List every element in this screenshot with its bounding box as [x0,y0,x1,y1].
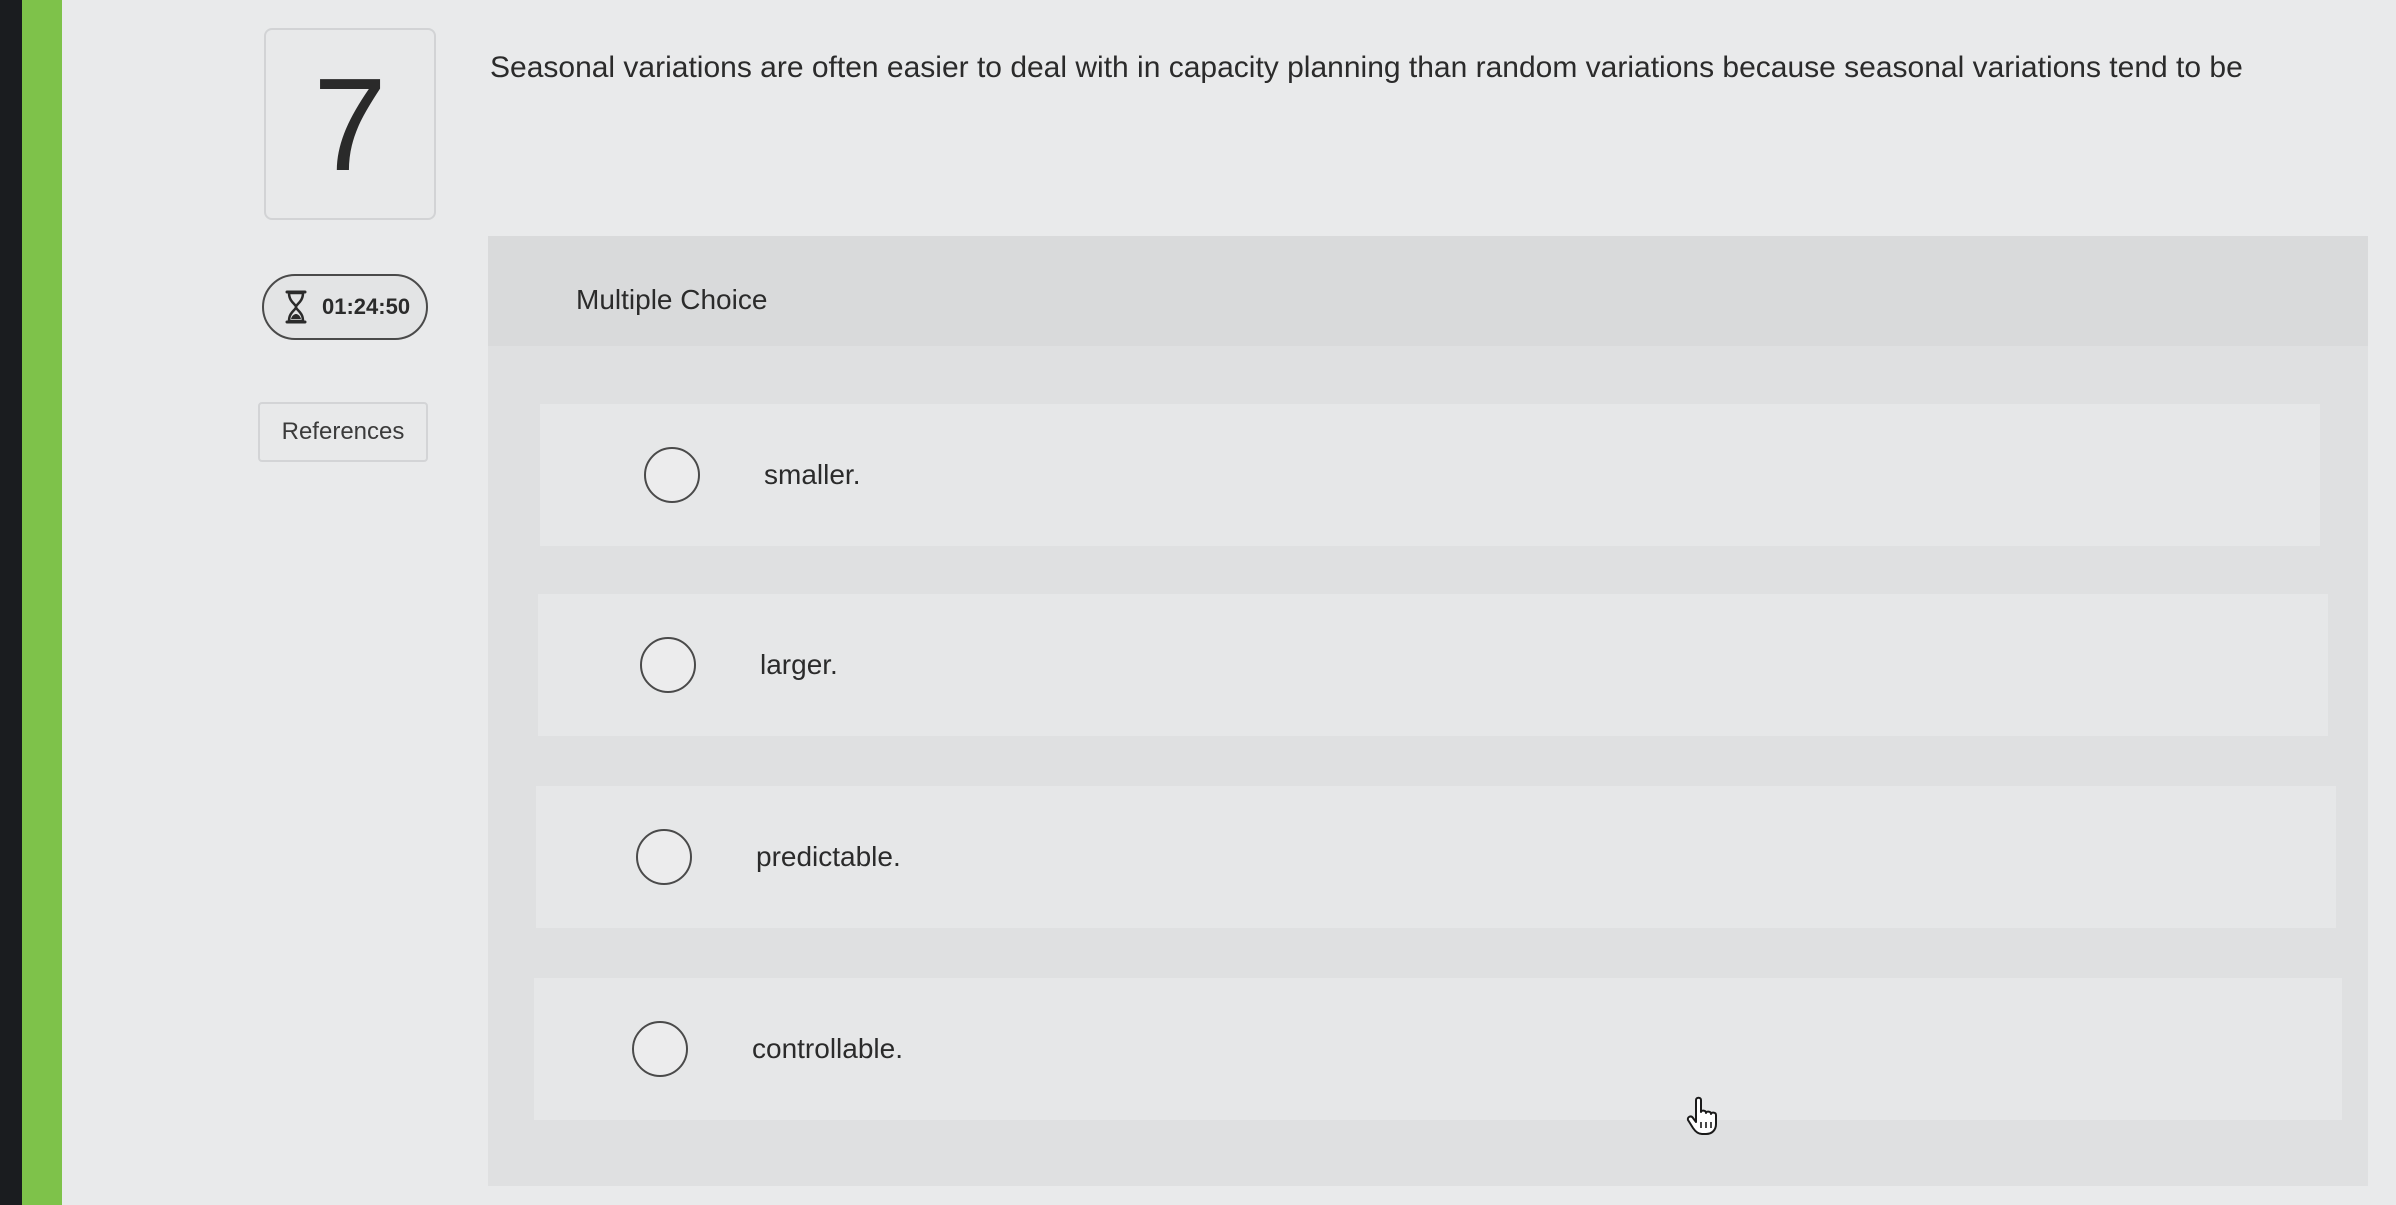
answer-option-label: predictable. [756,841,901,872]
question-number: 7 [313,50,387,198]
answer-option[interactable]: predictable. [536,786,2336,928]
radio-button[interactable] [644,447,700,503]
question-text: Seasonal variations are often easier to … [490,51,2243,84]
question-type-label: Multiple Choice [576,284,768,315]
answer-option[interactable]: controllable. [534,978,2342,1120]
answer-option-label: smaller. [764,459,861,490]
hand-pointer-icon [1686,1096,1717,1135]
answer-option-label: controllable. [752,1033,903,1064]
references-button[interactable]: References [258,402,428,462]
answer-panel: Multiple Choice smaller. larger. predict… [488,236,2368,1186]
answer-option[interactable]: smaller. [540,404,2320,546]
timer-value: 01:24:50 [322,294,411,319]
radio-button[interactable] [632,1021,688,1077]
references-label: References [281,418,405,445]
timer-badge[interactable]: 01:24:50 [262,274,428,340]
radio-button[interactable] [636,829,692,885]
answer-option[interactable]: larger. [538,594,2328,736]
multiple-choice-header: Multiple Choice [488,236,2368,346]
answer-option-label: larger. [760,649,838,680]
question-number-box: 7 [264,28,436,220]
radio-button[interactable] [640,637,696,693]
screen-edge [0,0,22,1205]
hourglass-icon [285,290,307,324]
accent-sidebar [22,0,62,1205]
